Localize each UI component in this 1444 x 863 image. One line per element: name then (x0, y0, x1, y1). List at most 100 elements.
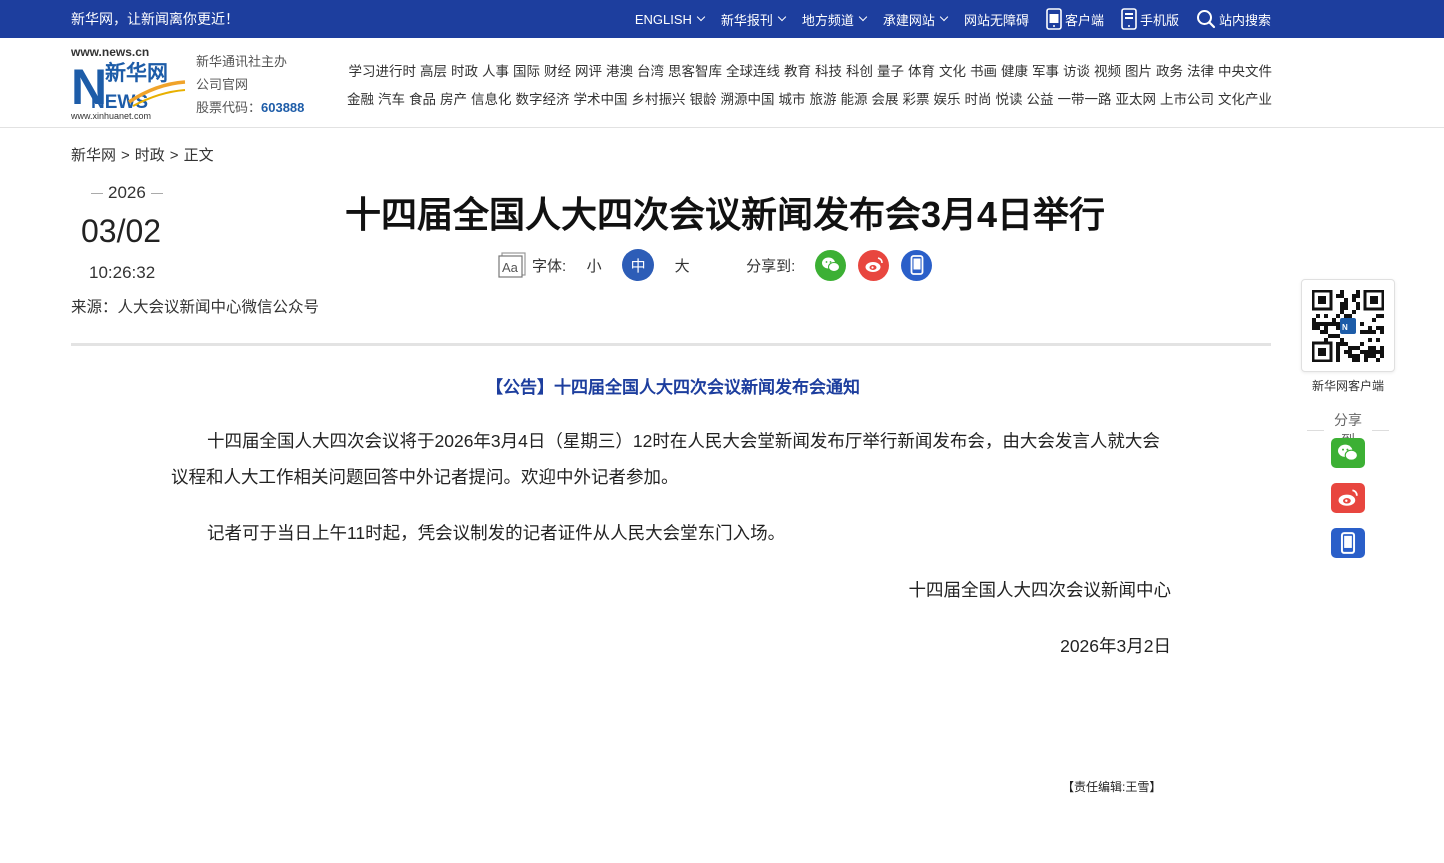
channel-link[interactable]: 娱乐 (934, 86, 961, 114)
channel-link[interactable]: 信息化 (471, 86, 512, 114)
channel-link[interactable]: 能源 (841, 86, 868, 114)
share-mobile-button[interactable] (901, 249, 933, 281)
channel-link[interactable]: 政务 (1156, 58, 1183, 86)
hosted-sites-menu[interactable]: 承建网站 (882, 10, 949, 29)
channel-link[interactable]: 学习进行时 (349, 58, 417, 86)
channel-link[interactable]: 全球连线 (726, 58, 780, 86)
hosted-sites-label: 承建网站 (882, 12, 935, 28)
publish-year: 2026 (86, 183, 168, 203)
channel-link[interactable]: 健康 (1001, 58, 1028, 86)
channel-link[interactable]: 网评 (575, 58, 602, 86)
english-label: ENGLISH (634, 11, 692, 27)
channel-nav: 学习进行时 高层 时政 人事 国际 财经 网评 港澳 台湾 思客智库 全球连线 教育 科技 科创 量子 体育文… (320, 58, 1272, 114)
channel-link[interactable]: 时尚 (965, 86, 992, 114)
channel-link[interactable]: 房产 (440, 86, 467, 114)
channel-link[interactable]: 旅游 (810, 86, 837, 114)
channel-link[interactable]: 数字经济 (516, 86, 570, 114)
channel-link[interactable]: 军事 (1032, 58, 1059, 86)
mobile-version-link[interactable]: 手机版 (1121, 8, 1179, 30)
channel-link[interactable]: 汽车 (378, 86, 405, 114)
app-qr-code: N (1301, 279, 1395, 372)
channel-link[interactable]: 公益 (1027, 86, 1054, 114)
channel-link[interactable]: 国际 (513, 58, 540, 86)
channel-link[interactable]: 文化 (939, 58, 966, 86)
share-wechat-button[interactable] (815, 249, 847, 281)
breadcrumb-section[interactable]: 时政 (135, 147, 165, 164)
font-large-button[interactable]: 大 (666, 249, 698, 281)
channel-link[interactable]: 教育 (784, 58, 811, 86)
channel-link[interactable]: 食品 (409, 86, 436, 114)
font-small-button[interactable]: 小 (578, 249, 610, 281)
mobile-version-label: 手机版 (1139, 12, 1179, 28)
share-weibo-button[interactable] (858, 249, 890, 281)
channel-link[interactable]: 台湾 (637, 58, 664, 86)
sidebar-share-wechat[interactable] (1331, 438, 1365, 468)
client-app-label: 客户端 (1064, 12, 1104, 28)
chevron-down-icon (858, 12, 868, 22)
channel-link[interactable]: 科技 (815, 58, 842, 86)
breadcrumb-current: 正文 (183, 147, 214, 164)
stock-code: 603888 (261, 100, 305, 115)
local-channels-menu[interactable]: 地方频道 (802, 10, 868, 29)
channel-link[interactable]: 上市公司 (1160, 86, 1214, 114)
svg-text:N: N (1342, 323, 1348, 332)
font-size-label: 字体: (532, 257, 567, 275)
logo-subdomain: www.xinhuanet.com (71, 111, 151, 121)
signature-org: 十四届全国人大四次会议新闻中心 (908, 580, 1172, 600)
channel-link[interactable]: 亚太网 (1116, 86, 1157, 114)
channel-link[interactable]: 时政 (451, 58, 478, 86)
client-app-link[interactable]: 客户端 (1046, 8, 1104, 30)
signature-date: 2026年3月2日 (1060, 636, 1171, 656)
qr-code-icon: N (1312, 289, 1384, 362)
channel-link[interactable]: 学术中国 (574, 86, 628, 114)
channel-link[interactable]: 科创 (846, 58, 873, 86)
breadcrumb-home[interactable]: 新华网 (71, 147, 116, 164)
channel-link[interactable]: 银龄 (690, 86, 717, 114)
channel-link[interactable]: 一带一路 (1058, 86, 1112, 114)
publish-date: 03/02 (81, 213, 162, 249)
channel-link[interactable]: 视频 (1094, 58, 1121, 86)
channel-link[interactable]: 乡村振兴 (632, 86, 686, 114)
accessibility-link[interactable]: 网站无障碍 (964, 10, 1029, 29)
sidebar-share-mobile[interactable] (1331, 528, 1365, 558)
xinhua-logo[interactable]: www.news.cn N 新华网 NEWS www.xinhuanet.com (70, 44, 187, 122)
mobile-icon (910, 255, 924, 275)
accessibility-label: 网站无障碍 (963, 12, 1029, 28)
breadcrumb-separator: > (121, 147, 130, 164)
channel-link[interactable]: 思客智库 (668, 58, 722, 86)
font-medium-button[interactable]: 中 (622, 249, 655, 281)
newspapers-menu[interactable]: 新华报刊 (721, 10, 787, 29)
channel-link[interactable]: 体育 (908, 58, 935, 86)
weibo-icon (865, 257, 883, 272)
breadcrumb-separator: > (169, 147, 179, 164)
channel-link[interactable]: 港澳 (606, 58, 633, 86)
sidebar-share-weibo[interactable] (1331, 483, 1365, 513)
channel-link[interactable]: 高层 (420, 58, 447, 86)
channel-link[interactable]: 城市 (779, 86, 806, 114)
channel-link[interactable]: 悦读 (996, 86, 1023, 114)
search-icon (1196, 9, 1216, 29)
wechat-icon (1338, 444, 1358, 461)
svg-text:Aa: Aa (502, 260, 519, 275)
logo-domain: www.news.cn (71, 45, 149, 59)
channel-link[interactable]: 中央文件 (1218, 58, 1272, 86)
article-paragraph-1: 十四届全国人大四次会议将于2026年3月4日（星期三）12时在人民大会堂新闻发布… (171, 431, 1160, 487)
site-search-link[interactable]: 站内搜索 (1196, 9, 1271, 29)
channel-link[interactable]: 文化产业 (1218, 86, 1272, 114)
english-menu[interactable]: ENGLISH (634, 11, 706, 27)
channel-link[interactable]: 书画 (970, 58, 997, 86)
channel-link[interactable]: 访谈 (1063, 58, 1090, 86)
channel-link[interactable]: 法律 (1187, 58, 1214, 86)
responsible-editor: 【责任编辑:王雪】 (1062, 780, 1162, 794)
channel-link[interactable]: 量子 (877, 58, 904, 86)
channel-link[interactable]: 财经 (544, 58, 571, 86)
site-search-label: 站内搜索 (1218, 12, 1271, 28)
org-info: 新华通讯社主办 公司官网 股票代码：603888 (196, 50, 304, 119)
channel-link[interactable]: 会展 (872, 86, 899, 114)
channel-link[interactable]: 溯源中国 (721, 86, 775, 114)
channel-link[interactable]: 彩票 (903, 86, 930, 114)
channel-link[interactable]: 金融 (347, 86, 374, 114)
org-line1: 新华通讯社主办 (196, 54, 288, 69)
channel-link[interactable]: 人事 (482, 58, 509, 86)
channel-link[interactable]: 图片 (1125, 58, 1152, 86)
